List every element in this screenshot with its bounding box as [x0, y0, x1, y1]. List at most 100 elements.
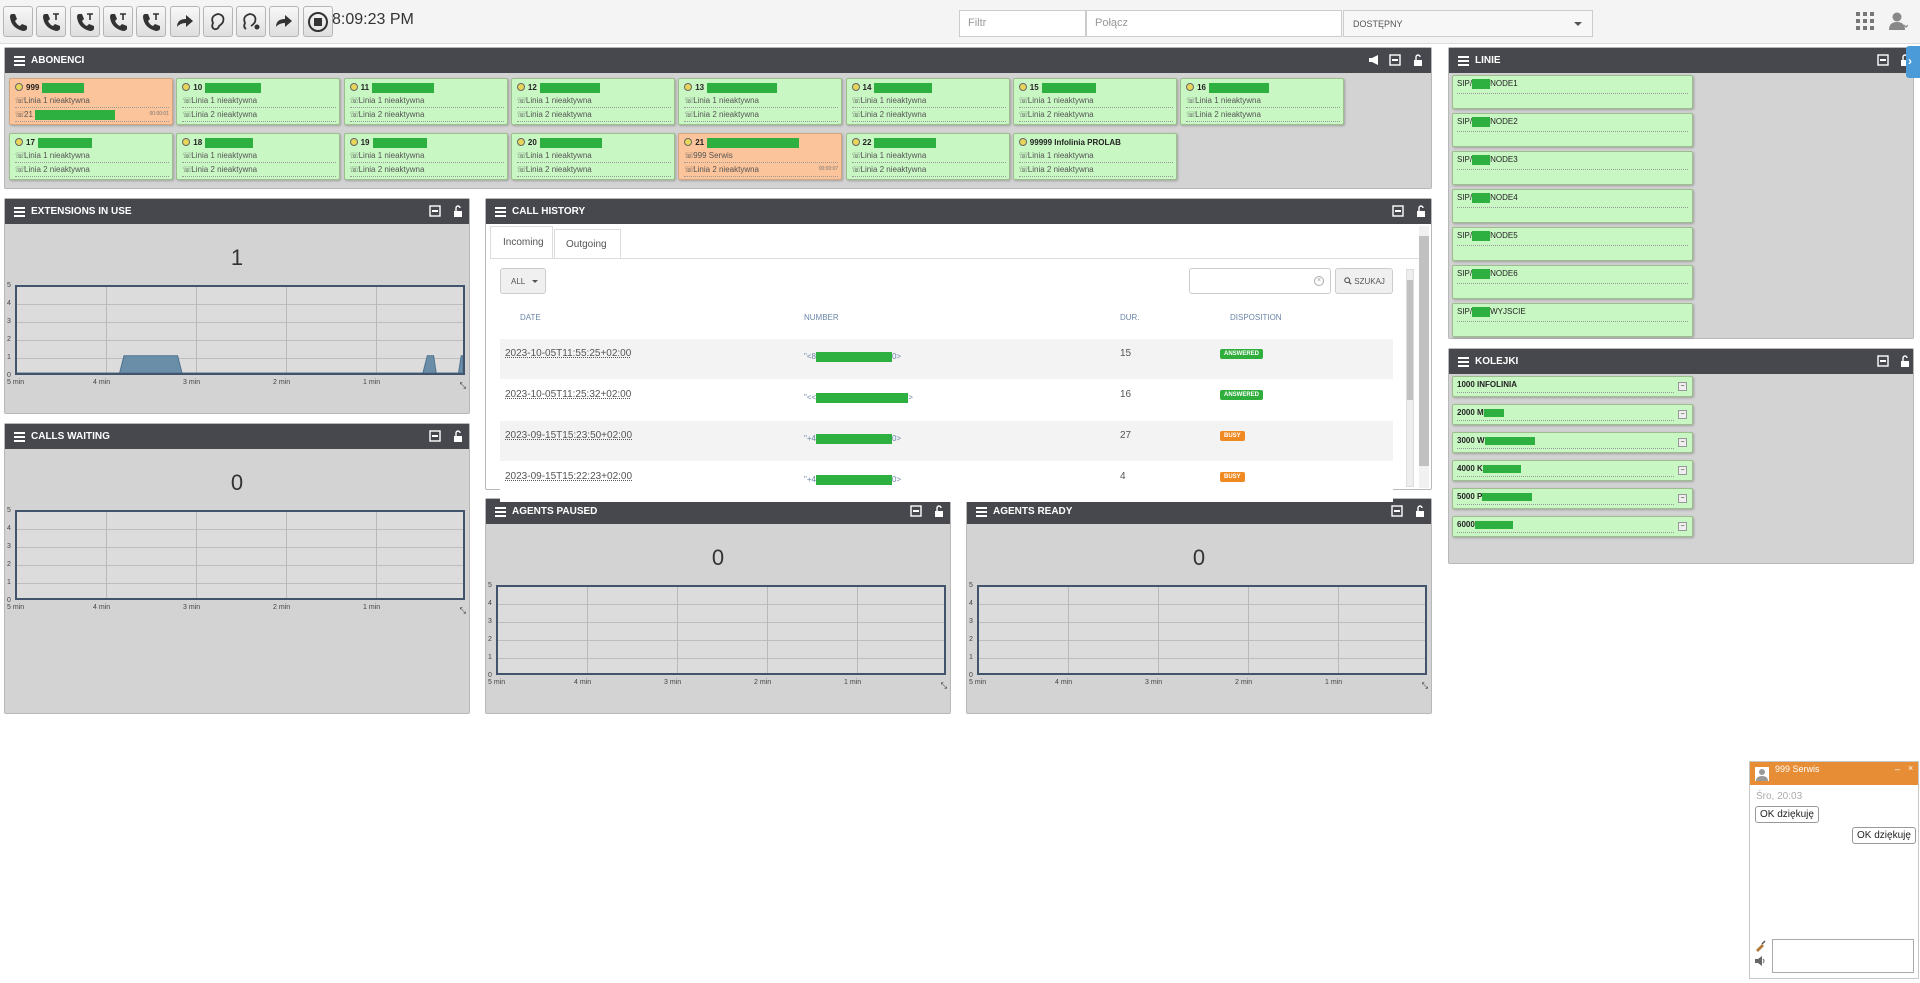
menu-icon[interactable] — [1458, 355, 1469, 369]
apps-grid-icon[interactable] — [1856, 12, 1874, 30]
queue-item[interactable]: 4000 K − — [1452, 460, 1693, 481]
menu-icon[interactable] — [1458, 54, 1469, 68]
menu-icon[interactable] — [14, 430, 25, 444]
minimize-icon[interactable] — [1389, 54, 1401, 66]
minimize-icon[interactable] — [429, 205, 441, 217]
history-column-header[interactable]: DUR. — [1120, 313, 1140, 322]
resize-handle-icon[interactable]: ⤡ — [460, 381, 466, 391]
phone-conference-button[interactable] — [69, 6, 100, 37]
history-column-header[interactable]: DATE — [520, 313, 541, 322]
chat-close-icon[interactable]: × — [1908, 763, 1913, 773]
history-search-input[interactable]: × — [1189, 268, 1331, 294]
minimize-icon[interactable] — [1391, 505, 1403, 517]
line-item[interactable]: SIP/NODE5 — [1452, 227, 1693, 261]
unlock-icon[interactable] — [933, 505, 945, 517]
chat-input[interactable] — [1772, 939, 1914, 973]
queue-item[interactable]: 3000 W − — [1452, 432, 1693, 453]
minimize-icon[interactable] — [1392, 205, 1404, 217]
history-column-header[interactable]: DISPOSITION — [1230, 313, 1282, 322]
history-date[interactable]: 2023-09-15T15:22:23+02:00 — [505, 471, 632, 482]
subscriber-card[interactable]: 16 ☏Linia 1 nieaktywna ☏Linia 2 nieaktywna — [1180, 78, 1345, 125]
line-item[interactable]: SIP/NODE1 — [1452, 75, 1693, 109]
menu-icon[interactable] — [976, 505, 987, 519]
queue-item[interactable]: 2000 M − — [1452, 404, 1693, 425]
status-select[interactable]: DOSTĘPNY — [1343, 10, 1593, 37]
history-date[interactable]: 2023-10-05T11:55:25+02:00 — [505, 348, 631, 359]
line-item[interactable]: SIP/NODE6 — [1452, 265, 1693, 299]
phone-record-button[interactable] — [136, 6, 167, 37]
phone-button[interactable] — [3, 6, 33, 37]
history-column-header[interactable]: NUMBER — [804, 313, 839, 322]
collapse-icon[interactable]: − — [1678, 410, 1687, 419]
subscriber-card[interactable]: 999 ☏Linia 1 nieaktywna ☏21 00:00:01 — [9, 78, 173, 125]
subscriber-card[interactable]: 13 ☏Linia 1 nieaktywna ☏Linia 2 nieaktywna — [678, 78, 843, 125]
unlock-icon[interactable] — [1899, 355, 1911, 367]
tab-outgoing[interactable]: Outgoing — [554, 229, 621, 259]
history-row[interactable]: 2023-10-05T11:55:25+02:00 "<8 0> 15 ANSWERED — [500, 339, 1393, 379]
menu-icon[interactable] — [14, 205, 25, 219]
collapse-icon[interactable]: − — [1678, 522, 1687, 531]
clear-icon[interactable]: × — [1314, 276, 1324, 286]
collapse-icon[interactable]: − — [1678, 438, 1687, 447]
resize-handle-icon[interactable]: ⤡ — [1422, 681, 1428, 691]
spy-button[interactable] — [236, 6, 267, 37]
megaphone-icon[interactable] — [1368, 54, 1380, 66]
history-row[interactable]: 2023-09-15T15:22:23+02:00 "+4 0> 4 BUSY — [500, 462, 1393, 502]
line-item[interactable]: SIP/NODE4 — [1452, 189, 1693, 223]
menu-icon[interactable] — [495, 205, 506, 219]
queue-item[interactable]: 1000 INFOLINIA − — [1452, 376, 1693, 397]
ear-button[interactable] — [202, 6, 233, 37]
line-item[interactable]: SIP/WYJSCIE — [1452, 303, 1693, 337]
minimize-icon[interactable] — [910, 505, 922, 517]
history-date[interactable]: 2023-10-05T11:25:32+02:00 — [505, 389, 631, 400]
history-date[interactable]: 2023-09-15T15:23:50+02:00 — [505, 430, 632, 441]
filter-all-button[interactable]: ALL — [500, 268, 546, 294]
outer-scrollbar[interactable] — [1419, 226, 1429, 488]
history-row[interactable]: 2023-10-05T11:25:32+02:00 "<< >16 ANSWERED — [500, 380, 1393, 420]
clear-chat-icon[interactable] — [1754, 940, 1766, 952]
subscriber-card[interactable]: 10 ☏Linia 1 nieaktywna ☏Linia 2 nieaktywna — [176, 78, 341, 125]
subscriber-card[interactable]: 99999 Infolinia PROLAB ☏Linia 1 nieaktywn… — [1012, 133, 1177, 180]
inner-scrollbar[interactable] — [1406, 269, 1414, 487]
unlock-icon[interactable] — [1412, 54, 1424, 66]
phone-voicemail-button[interactable] — [102, 6, 133, 37]
filter-input[interactable]: Filtr — [959, 10, 1086, 37]
menu-icon[interactable] — [495, 505, 506, 519]
resize-handle-icon[interactable]: ⤡ — [460, 606, 466, 616]
subscriber-card[interactable]: 15 ☏Linia 1 nieaktywna ☏Linia 2 nieaktywna — [1012, 78, 1177, 125]
stop-button[interactable] — [302, 6, 333, 37]
line-item[interactable]: SIP/NODE3 — [1452, 151, 1693, 185]
user-menu-icon[interactable] — [1888, 11, 1908, 31]
chat-minimize-icon[interactable]: – — [1895, 764, 1900, 774]
subscriber-card[interactable]: 12 ☏Linia 1 nieaktywna ☏Linia 2 nieaktywna — [510, 78, 675, 125]
unlock-icon[interactable] — [1415, 205, 1427, 217]
collapse-icon[interactable]: − — [1678, 494, 1687, 503]
subscriber-card[interactable]: 14 ☏Linia 1 nieaktywna ☏Linia 2 nieaktywna — [845, 78, 1010, 125]
tab-incoming[interactable]: Incoming — [490, 226, 553, 258]
subscriber-card[interactable]: 11 ☏Linia 1 nieaktywna ☏Linia 2 nieaktywna — [343, 78, 508, 125]
subscriber-card[interactable]: 17 ☏Linia 1 nieaktywna ☏Linia 2 nieaktywna — [9, 133, 173, 180]
history-row[interactable]: 2023-09-15T15:23:50+02:00 "+4 0> 27 BUSY — [500, 421, 1393, 461]
unlock-icon[interactable] — [1414, 505, 1426, 517]
queue-item[interactable]: 6000 − — [1452, 516, 1693, 537]
subscriber-card[interactable]: 19 ☏Linia 1 nieaktywna ☏Linia 2 nieaktywna — [343, 133, 508, 180]
subscriber-card[interactable]: 22 ☏Linia 1 nieaktywna ☏Linia 2 nieaktywna — [845, 133, 1010, 180]
minimize-icon[interactable] — [1877, 54, 1889, 66]
subscriber-card[interactable]: 21 ☏999 Serwis ☏Linia 2 nieaktywna 00:00:07 — [678, 133, 843, 180]
phone-transfer-button[interactable] — [36, 6, 67, 37]
queue-item[interactable]: 5000 P − — [1452, 488, 1693, 509]
subscriber-card[interactable]: 18 ☏Linia 1 nieaktywna ☏Linia 2 nieaktywna — [176, 133, 341, 180]
collapse-icon[interactable]: − — [1678, 382, 1687, 391]
call-forward-button[interactable] — [169, 6, 200, 37]
subscriber-card[interactable]: 20 ☏Linia 1 nieaktywna ☏Linia 2 nieaktywna — [510, 133, 675, 180]
minimize-icon[interactable] — [429, 430, 441, 442]
collapse-icon[interactable]: − — [1678, 466, 1687, 475]
search-button[interactable]: SZUKAJ — [1335, 268, 1393, 294]
call-redirect-button[interactable] — [269, 6, 300, 37]
connect-input[interactable]: Połącz — [1086, 10, 1342, 37]
side-panel-toggle[interactable]: › — [1906, 46, 1920, 78]
unlock-icon[interactable] — [452, 205, 464, 217]
resize-handle-icon[interactable]: ⤡ — [941, 681, 947, 691]
sound-icon[interactable] — [1754, 955, 1766, 967]
menu-icon[interactable] — [14, 54, 25, 68]
